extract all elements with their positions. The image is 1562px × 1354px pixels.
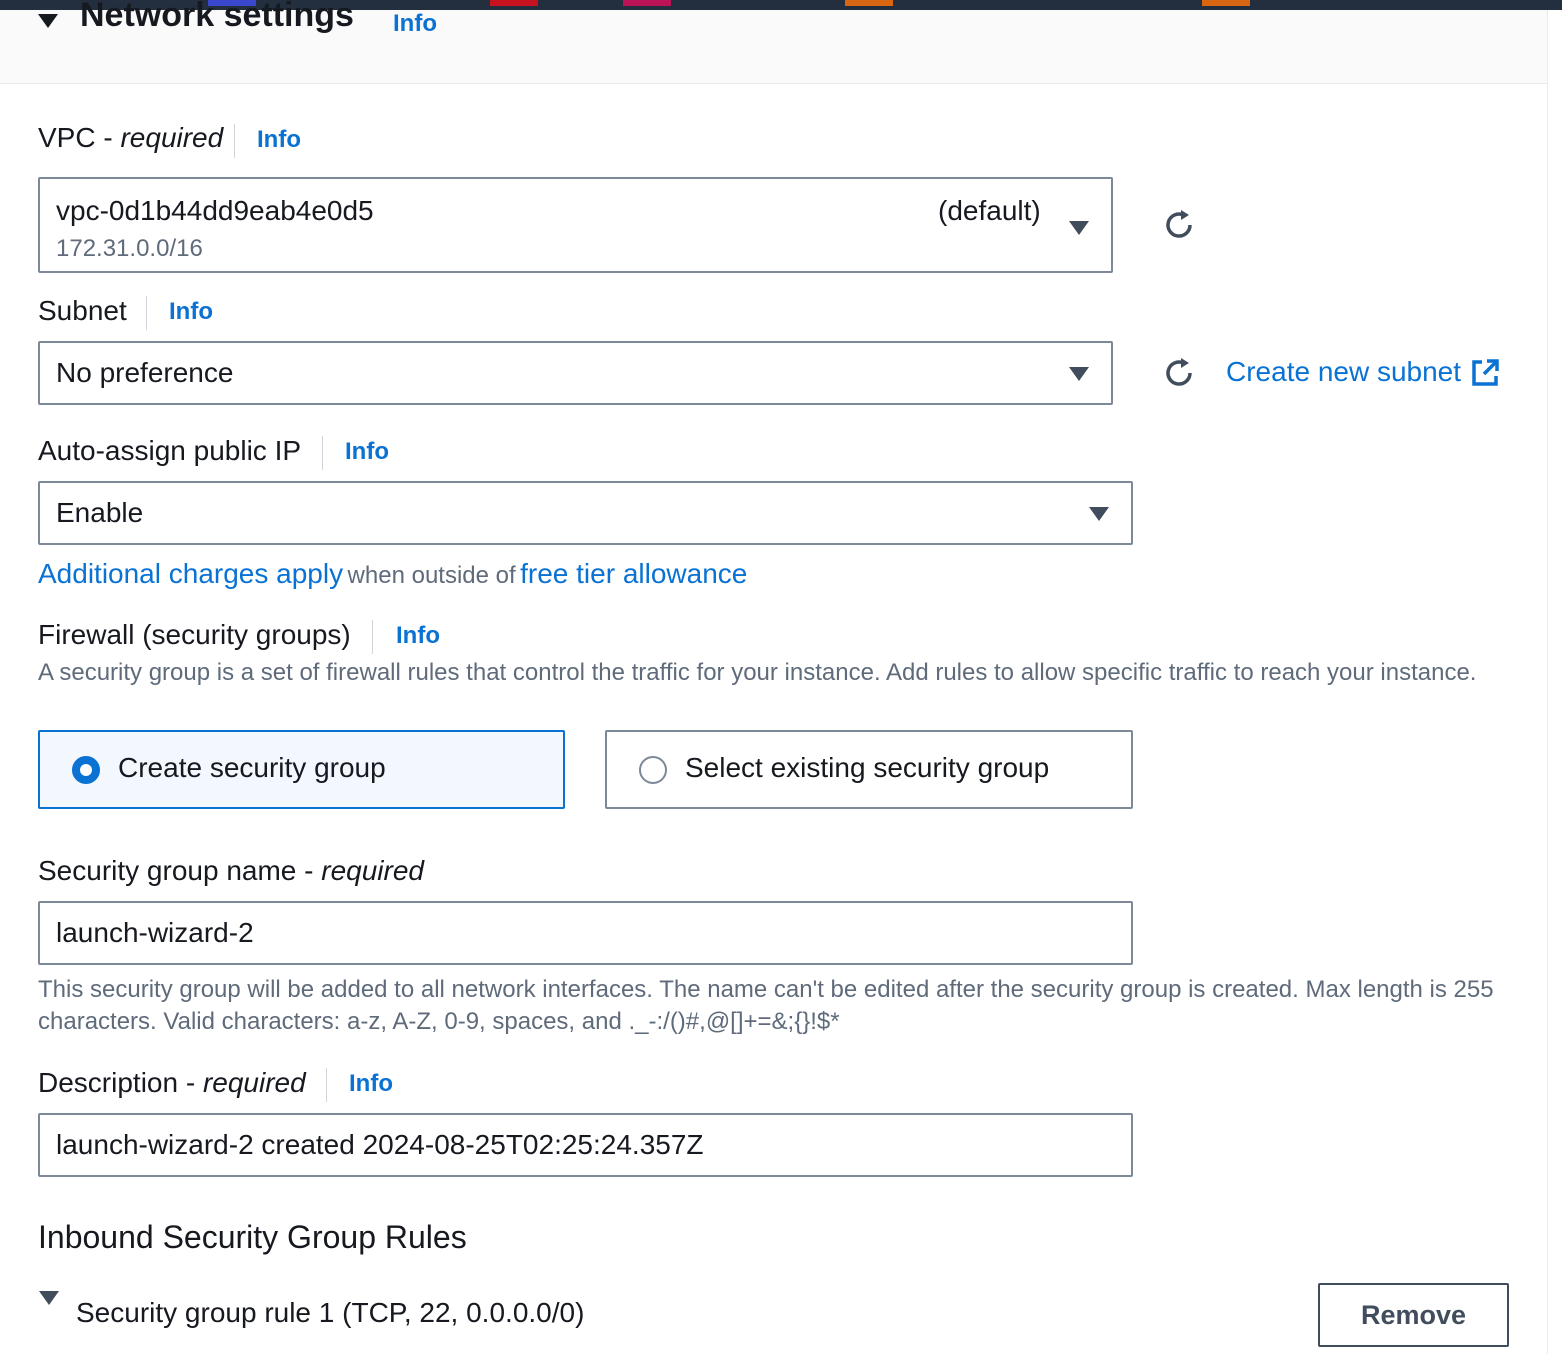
chevron-down-icon — [1069, 221, 1089, 235]
select-existing-security-group-label: Select existing security group — [685, 752, 1050, 783]
section-info-link[interactable]: Info — [393, 10, 437, 38]
divider — [326, 1068, 327, 1102]
subnet-info-link[interactable]: Info — [169, 298, 213, 326]
divider — [372, 620, 373, 654]
description-label-text: Description — [38, 1067, 179, 1098]
firewall-description: A security group is a set of firewall ru… — [38, 659, 1477, 686]
description-required-text: required — [202, 1067, 306, 1098]
network-settings-header: Network settings Info — [0, 0, 1548, 84]
public-ip-info-link[interactable]: Info — [345, 438, 389, 466]
public-ip-label: Auto-assign public IP — [38, 435, 302, 466]
security-group-rule-label[interactable]: Security group rule 1 (TCP, 22, 0.0.0.0/… — [76, 1297, 584, 1329]
radio-selected-icon — [72, 756, 100, 784]
firewall-label: Firewall (security groups) — [38, 619, 351, 650]
public-ip-select-value: Enable — [56, 497, 144, 528]
chevron-down-icon — [1089, 507, 1109, 521]
description-label: Description - required — [38, 1067, 306, 1098]
public-ip-select[interactable]: Enable — [38, 481, 1133, 545]
description-input[interactable] — [38, 1113, 1133, 1177]
description-info-link[interactable]: Info — [349, 1070, 393, 1098]
divider — [322, 436, 323, 470]
create-new-subnet-link[interactable]: Create new subnet — [1226, 356, 1461, 388]
divider — [146, 296, 147, 330]
remove-rule-button[interactable]: Remove — [1318, 1283, 1509, 1347]
service-tab-marker — [1202, 0, 1250, 6]
panel-border — [1547, 83, 1548, 1354]
refresh-icon[interactable] — [1161, 207, 1197, 243]
sg-name-label: Security group name - required — [38, 855, 424, 886]
vpc-label: VPC - required — [38, 122, 224, 153]
firewall-info-link[interactable]: Info — [396, 622, 440, 650]
chevron-down-icon — [1069, 367, 1089, 381]
free-tier-link[interactable]: free tier allowance — [520, 558, 747, 589]
vpc-select-value: vpc-0d1b44dd9eab4e0d5 — [56, 195, 374, 226]
create-security-group-option[interactable]: Create security group — [38, 730, 565, 809]
create-security-group-label: Create security group — [118, 752, 386, 783]
vpc-default-tag: (default) — [938, 195, 1041, 226]
vpc-info-link[interactable]: Info — [257, 126, 301, 154]
vpc-cidr: 172.31.0.0/16 — [56, 235, 203, 262]
service-tab-marker — [623, 0, 671, 6]
charges-notice: Additional charges apply when outside of… — [38, 558, 747, 590]
radio-unselected-icon — [639, 756, 667, 784]
subnet-select-value: No preference — [56, 357, 234, 388]
collapse-caret-icon[interactable] — [38, 14, 58, 28]
additional-charges-link[interactable]: Additional charges apply — [38, 558, 343, 589]
sg-name-label-text: Security group name — [38, 855, 297, 886]
section-title: Network settings — [80, 0, 354, 34]
external-link-icon[interactable] — [1470, 358, 1500, 388]
service-tab-marker — [490, 0, 538, 6]
select-existing-security-group-option[interactable]: Select existing security group — [605, 730, 1133, 809]
vpc-select[interactable]: vpc-0d1b44dd9eab4e0d5 (default) 172.31.0… — [38, 177, 1113, 273]
subnet-label: Subnet — [38, 295, 127, 326]
sg-name-required-text: required — [321, 855, 424, 886]
vpc-required-text: required — [120, 122, 224, 153]
sg-name-input[interactable] — [38, 901, 1133, 965]
expand-caret-icon[interactable] — [39, 1291, 59, 1305]
service-tab-marker — [845, 0, 893, 6]
sg-name-help: This security group will be added to all… — [38, 976, 1494, 1035]
refresh-icon[interactable] — [1161, 355, 1197, 391]
charges-mid-text: when outside of — [347, 562, 516, 589]
vpc-label-text: VPC — [38, 122, 96, 153]
divider — [234, 124, 235, 158]
subnet-select[interactable]: No preference — [38, 341, 1113, 405]
inbound-rules-title: Inbound Security Group Rules — [38, 1219, 467, 1255]
